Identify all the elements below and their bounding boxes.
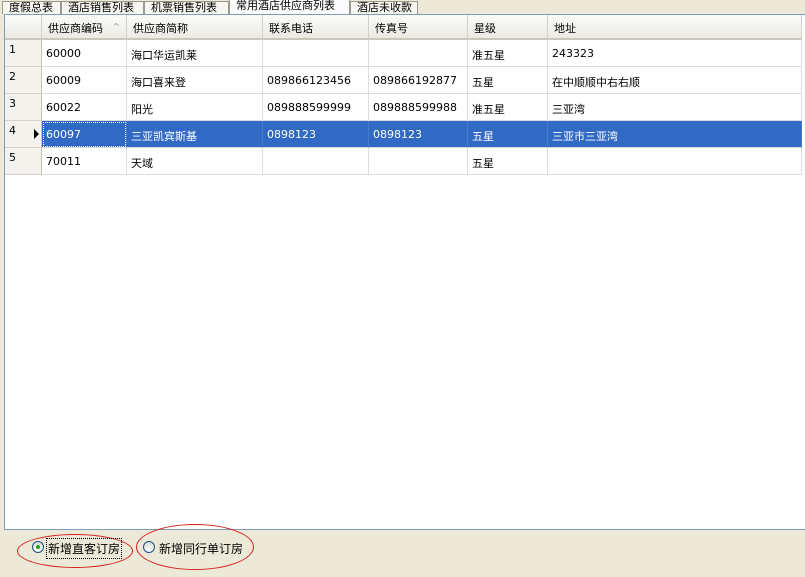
row-number: 2 [9, 70, 16, 83]
table-row[interactable]: 5 70011 天域 五星 [5, 148, 802, 175]
table-row[interactable]: 1 60000 海口华运凯莱 准五星 243323 [5, 40, 802, 67]
peer-order-label[interactable]: 新增同行单订房 [159, 540, 243, 557]
grid-corner [5, 15, 42, 40]
cell-fax[interactable]: 0898123 [369, 121, 468, 148]
cell-supplier-code[interactable]: 60000 [42, 40, 127, 67]
tab-hotel-sales-list[interactable]: 酒店销售列表 [61, 1, 144, 14]
cell-supplier-name[interactable]: 海口华运凯莱 [127, 40, 263, 67]
cell-star-rating[interactable]: 准五星 [468, 94, 548, 121]
cell-address[interactable]: 在中顺顺中右右顺 [548, 67, 802, 94]
cell-phone[interactable]: 089866123456 [263, 67, 369, 94]
column-header-phone[interactable]: 联系电话 [263, 15, 369, 40]
cell-phone[interactable] [263, 40, 369, 67]
table-row[interactable]: 3 60022 阳光 089888599999 089888599988 准五星… [5, 94, 802, 121]
cell-address[interactable]: 243323 [548, 40, 802, 67]
current-row-arrow-icon [34, 129, 39, 139]
tab-strip: 度假总表 酒店销售列表 机票销售列表 常用酒店供应商列表 酒店未收款 [0, 0, 805, 14]
tab-hotel-unpaid[interactable]: 酒店未收款 [350, 1, 418, 14]
supplier-grid[interactable]: 供应商编码 ^ 供应商简称 联系电话 传真号 星级 地址 1 60000 海口华… [4, 14, 805, 530]
tab-ticket-sales-list[interactable]: 机票销售列表 [144, 1, 229, 14]
cell-phone[interactable]: 089888599999 [263, 94, 369, 121]
cell-supplier-code[interactable]: 60097 [42, 121, 127, 148]
column-header-label: 供应商简称 [133, 22, 188, 35]
table-row-selected[interactable]: 4 60097 三亚凯宾斯基 0898123 0898123 五星 三亚市三亚湾 [5, 121, 802, 148]
cell-supplier-code[interactable]: 70011 [42, 148, 127, 175]
cell-supplier-name[interactable]: 三亚凯宾斯基 [127, 121, 263, 148]
peer-order-radio[interactable] [143, 541, 155, 553]
row-number: 4 [9, 124, 16, 137]
column-header-star-rating[interactable]: 星级 [468, 15, 548, 40]
row-header[interactable]: 1 [5, 40, 42, 67]
order-type-panel: 新增直客订房 新增同行单订房 [0, 524, 805, 577]
row-header[interactable]: 3 [5, 94, 42, 121]
column-header-supplier-name[interactable]: 供应商简称 [127, 15, 263, 40]
column-header-label: 地址 [554, 22, 576, 35]
cell-fax[interactable]: 089888599988 [369, 94, 468, 121]
column-header-label: 星级 [474, 22, 496, 35]
row-header[interactable]: 2 [5, 67, 42, 94]
cell-fax[interactable] [369, 148, 468, 175]
tab-hotel-supplier-list[interactable]: 常用酒店供应商列表 [229, 0, 350, 14]
row-header[interactable]: 5 [5, 148, 42, 175]
cell-supplier-code[interactable]: 60009 [42, 67, 127, 94]
direct-order-label[interactable]: 新增直客订房 [45, 538, 123, 559]
cell-star-rating[interactable]: 五星 [468, 67, 548, 94]
cell-supplier-name[interactable]: 天域 [127, 148, 263, 175]
cell-phone[interactable]: 0898123 [263, 121, 369, 148]
column-header-address[interactable]: 地址 [548, 15, 802, 40]
cell-fax[interactable]: 089866192877 [369, 67, 468, 94]
direct-order-radio[interactable] [32, 541, 44, 553]
sort-ascending-icon: ^ [113, 22, 120, 31]
cell-fax[interactable] [369, 40, 468, 67]
radio-checked-dot-icon [36, 545, 40, 549]
cell-address[interactable]: 三亚市三亚湾 [548, 121, 802, 148]
column-header-label: 联系电话 [269, 22, 313, 35]
cell-address[interactable]: 三亚湾 [548, 94, 802, 121]
cell-star-rating[interactable]: 五星 [468, 148, 548, 175]
column-header-label: 传真号 [375, 22, 408, 35]
row-number: 3 [9, 97, 16, 110]
column-header-label: 供应商编码 [48, 22, 103, 35]
cell-address[interactable] [548, 148, 802, 175]
column-header-fax[interactable]: 传真号 [369, 15, 468, 40]
cell-star-rating[interactable]: 五星 [468, 121, 548, 148]
row-number: 5 [9, 151, 16, 164]
cell-supplier-name[interactable]: 阳光 [127, 94, 263, 121]
row-header[interactable]: 4 [5, 121, 42, 148]
cell-phone[interactable] [263, 148, 369, 175]
cell-star-rating[interactable]: 准五星 [468, 40, 548, 67]
cell-supplier-name[interactable]: 海口喜来登 [127, 67, 263, 94]
table-row[interactable]: 2 60009 海口喜来登 089866123456 089866192877 … [5, 67, 802, 94]
cell-supplier-code[interactable]: 60022 [42, 94, 127, 121]
row-number: 1 [9, 43, 16, 56]
tab-vacation-summary[interactable]: 度假总表 [2, 1, 61, 14]
